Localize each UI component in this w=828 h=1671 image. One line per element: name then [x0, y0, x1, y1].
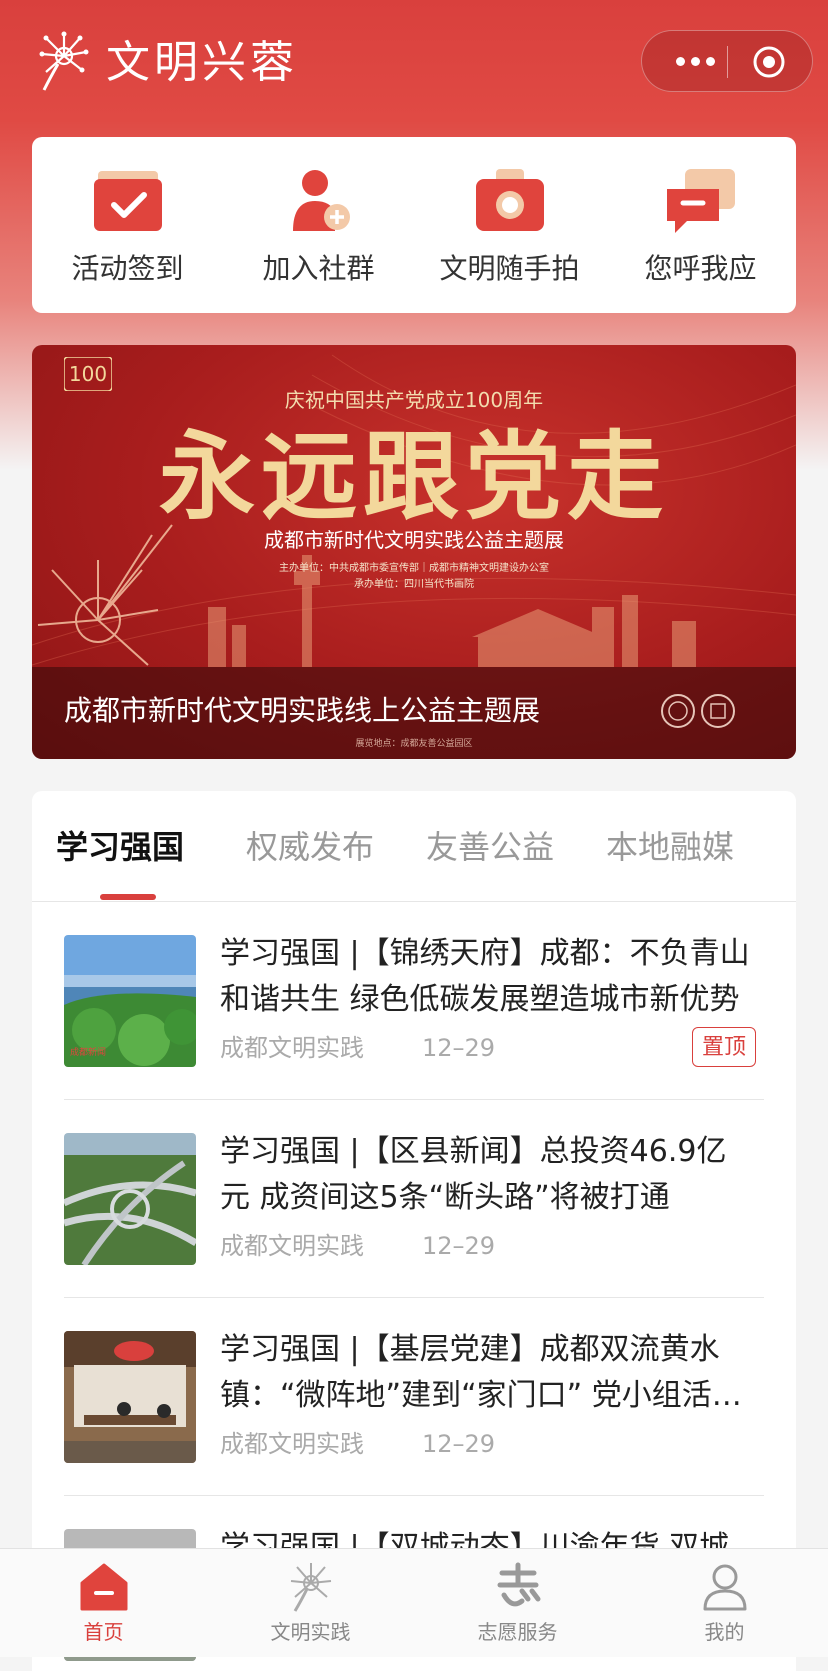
- tabbar-home[interactable]: 首页: [0, 1549, 207, 1657]
- tab-local-media[interactable]: 本地融媒: [606, 823, 734, 871]
- camera-icon: [476, 169, 544, 231]
- profile-icon: [703, 1564, 747, 1611]
- active-tab-indicator: [100, 894, 156, 900]
- quick-action-label: 文明随手拍: [439, 252, 580, 285]
- article-title: 学习强国 |【基层党建】成都双流黄水镇：“微阵地”建到“家门口” 党小组活动有了…: [220, 1332, 742, 1413]
- wenming-logo-icon: [290, 1563, 332, 1612]
- more-dots-icon[interactable]: [666, 31, 724, 91]
- banner-venue: 展览地点：成都友善公益园区: [355, 739, 473, 749]
- article-thumbnail: [64, 1133, 196, 1265]
- mini-program-capsule: [641, 30, 813, 92]
- article-divider: [64, 1099, 764, 1100]
- quick-action-respond[interactable]: 您呼我应: [605, 137, 796, 313]
- article-item[interactable]: 学习强国 |【基层党建】成都双流黄水镇：“微阵地”建到“家门口” 党小组活动有了…: [64, 1331, 764, 1463]
- article-date: 12–29: [422, 1430, 496, 1458]
- tabbar-label: 志愿服务: [477, 1620, 558, 1644]
- svg-text:100: 100: [69, 362, 107, 386]
- news-feed: 学习强国 权威发布 友善公益 本地融媒 成都新闻 学习强国 |【锦绣天府】成都：…: [32, 791, 796, 1671]
- article-divider: [64, 1297, 764, 1298]
- app-logo-icon: [39, 31, 89, 91]
- article-item[interactable]: 学习强国 |【区县新闻】总投资46.9亿元 成资间这5条“断头路”将被打通 成都…: [64, 1133, 764, 1265]
- article-date: 12–29: [422, 1034, 496, 1062]
- emblem-logo-icon: [701, 694, 735, 728]
- volunteer-icon: [497, 1562, 541, 1607]
- tab-authority-release[interactable]: 权威发布: [246, 823, 374, 871]
- seal-logo-icon: [661, 694, 695, 728]
- capsule-divider: [727, 46, 728, 78]
- pinned-badge: 置顶: [692, 1027, 756, 1067]
- banner-organizer: 主办单位：中共成都市委宣传部｜成都市精神文明建设办公室: [279, 563, 549, 574]
- banner-co-organizer: 承办单位：四川当代书画院: [354, 579, 474, 590]
- quick-action-join-community[interactable]: 加入社群: [223, 137, 414, 313]
- add-user-icon: [293, 170, 350, 231]
- tabbar-profile[interactable]: 我的: [621, 1549, 828, 1657]
- tabbar-volunteer-service[interactable]: 志愿服务: [414, 1549, 621, 1657]
- quick-action-label: 活动签到: [71, 252, 184, 285]
- article-date: 12–29: [422, 1232, 496, 1260]
- article-title: 学习强国 |【区县新闻】总投资46.9亿元 成资间这5条“断头路”将被打通: [220, 1134, 727, 1215]
- article-item[interactable]: 成都新闻 学习强国 |【锦绣天府】成都：不负青山 和谐共生 绿色低碳发展塑造城市…: [64, 935, 764, 1067]
- tabbar-label: 文明实践: [270, 1620, 351, 1644]
- article-thumbnail: [64, 1331, 196, 1463]
- app-title: 文明兴蓉: [106, 37, 298, 88]
- app-header: 文明兴蓉: [0, 0, 828, 125]
- article-thumbnail: 成都新闻: [64, 935, 196, 1067]
- article-divider: [64, 1495, 764, 1496]
- tabbar-civilization-practice[interactable]: 文明实践: [207, 1549, 414, 1657]
- svg-text:成都新闻: 成都新闻: [70, 1046, 106, 1058]
- chat-icon: [667, 169, 735, 233]
- banner-exhibit-title: 成都市新时代文明实践公益主题展: [264, 528, 564, 552]
- tab-xuexi-qiangguo[interactable]: 学习强国: [56, 823, 184, 871]
- article-title: 学习强国 |【锦绣天府】成都：不负青山 和谐共生 绿色低碳发展塑造城市新优势: [220, 936, 750, 1017]
- article-source: 成都文明实践: [220, 1034, 364, 1062]
- quick-action-checkin[interactable]: 活动签到: [32, 137, 223, 313]
- quick-action-label: 您呼我应: [644, 252, 757, 285]
- banner-subtitle: 庆祝中国共产党成立100周年: [284, 388, 544, 412]
- quick-actions-card: 活动签到 加入社群 文明随手拍 您呼我应: [32, 137, 796, 313]
- tabs-divider: [32, 901, 796, 902]
- target-icon[interactable]: [752, 45, 786, 79]
- quick-action-label: 加入社群: [262, 252, 375, 285]
- article-source: 成都文明实践: [220, 1430, 364, 1458]
- banner-caption: 成都市新时代文明实践线上公益主题展: [64, 694, 541, 727]
- promo-banner[interactable]: 100 庆祝中国共产党成立100周年 永远跟党走 成都市新时代文明实践公益主题展…: [32, 345, 796, 759]
- article-source: 成都文明实践: [220, 1232, 364, 1260]
- quick-action-snapshot[interactable]: 文明随手拍: [414, 137, 605, 313]
- tabbar-label: 我的: [704, 1620, 745, 1644]
- bottom-tab-bar: 首页 文明实践 志愿服务 我的: [0, 1548, 828, 1657]
- tab-friendly-charity[interactable]: 友善公益: [426, 823, 554, 871]
- banner-headline: 永远跟党走: [159, 420, 669, 533]
- tabbar-label: 首页: [83, 1620, 124, 1644]
- home-icon: [80, 1563, 128, 1611]
- checkin-icon: [94, 171, 162, 231]
